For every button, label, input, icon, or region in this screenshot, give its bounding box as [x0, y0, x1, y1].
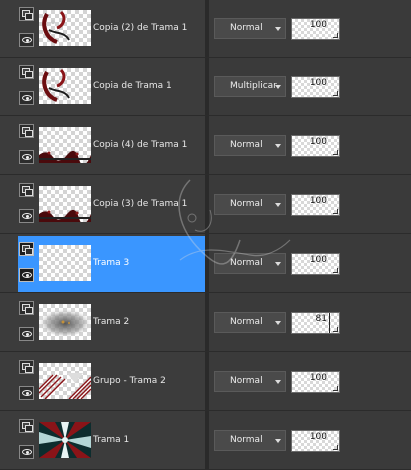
layer-name[interactable]: Copia de Trama 1	[93, 81, 205, 91]
blend-mode-value: Normal	[230, 317, 263, 327]
blend-mode-dropdown[interactable]: Multiplicar	[214, 76, 286, 97]
blend-mode-dropdown[interactable]: Normal	[214, 253, 286, 274]
layer-thumbnail-red-swirl-fragment[interactable]	[39, 10, 91, 46]
resize-grip-icon	[333, 268, 338, 273]
opacity-field[interactable]: 100	[291, 194, 340, 216]
resize-grip-icon	[333, 445, 338, 450]
layer-group-icon[interactable]	[19, 183, 34, 197]
layer-row-8[interactable]: Trama 1 Normal 100	[0, 412, 411, 470]
visibility-eye-icon[interactable]	[19, 386, 34, 400]
opacity-field[interactable]: 100	[291, 135, 340, 157]
layer-row-7[interactable]: Grupo - Trama 2 Normal 100	[0, 353, 411, 411]
layer-name[interactable]: Trama 3	[93, 258, 205, 268]
chevron-down-icon	[275, 380, 281, 384]
blend-mode-dropdown[interactable]: Normal	[214, 18, 286, 39]
layer-group-icon[interactable]	[19, 419, 34, 433]
blend-mode-value: Normal	[230, 258, 263, 268]
resize-grip-icon	[333, 209, 338, 214]
chevron-down-icon	[275, 439, 281, 443]
row-separator	[0, 351, 411, 352]
visibility-eye-icon[interactable]	[19, 91, 34, 105]
row-separator	[0, 292, 411, 293]
layer-group-icon[interactable]	[19, 360, 34, 374]
visibility-eye-icon[interactable]	[19, 209, 34, 223]
layer-row-2[interactable]: Copia de Trama 1 Multiplicar 100	[0, 58, 411, 116]
blend-mode-dropdown[interactable]: Normal	[214, 194, 286, 215]
blend-mode-value: Normal	[230, 376, 263, 386]
row-separator	[0, 174, 411, 175]
blend-mode-dropdown[interactable]: Normal	[214, 371, 286, 392]
visibility-eye-icon[interactable]	[19, 327, 34, 341]
layer-row-3[interactable]: Copia (4) de Trama 1 Normal 100	[0, 117, 411, 175]
chevron-down-icon	[275, 144, 281, 148]
opacity-value: 100	[309, 196, 327, 206]
blend-mode-dropdown[interactable]: Normal	[214, 312, 286, 333]
opacity-value: 100	[309, 137, 327, 147]
resize-grip-icon	[333, 327, 338, 332]
opacity-value: 100	[309, 20, 327, 30]
layer-row-5[interactable]: Trama 3 Normal 100	[0, 235, 411, 293]
layer-group-icon[interactable]	[19, 124, 34, 138]
opacity-field[interactable]: 100	[291, 18, 340, 40]
resize-grip-icon	[333, 91, 338, 96]
layer-thumbnail-teal-red-starburst[interactable]	[39, 422, 91, 458]
layer-name[interactable]: Trama 1	[93, 435, 205, 445]
opacity-field[interactable]: 81	[291, 312, 340, 334]
layer-row-6[interactable]: Trama 2 Normal 81	[0, 294, 411, 352]
layer-group-icon[interactable]	[19, 7, 34, 21]
opacity-value: 81	[315, 314, 327, 324]
blend-mode-value: Normal	[230, 435, 263, 445]
layer-name[interactable]: Trama 2	[93, 317, 205, 327]
chevron-down-icon	[275, 321, 281, 325]
layer-thumbnail-grey-blur[interactable]	[39, 304, 91, 340]
layer-row-4[interactable]: Copia (3) de Trama 1 Normal 100	[0, 176, 411, 234]
opacity-field[interactable]: 100	[291, 76, 340, 98]
resize-grip-icon	[333, 33, 338, 38]
layer-thumbnail-dark-red-bottom-strip[interactable]	[39, 127, 91, 163]
layer-name[interactable]: Copia (3) de Trama 1	[93, 199, 205, 209]
blend-mode-value: Normal	[230, 199, 263, 209]
resize-grip-icon	[333, 150, 338, 155]
layer-name[interactable]: Copia (4) de Trama 1	[93, 140, 205, 150]
blend-mode-value: Multiplicar	[230, 81, 277, 91]
layer-name[interactable]: Grupo - Trama 2	[93, 376, 205, 386]
opacity-field[interactable]: 100	[291, 430, 340, 452]
opacity-value: 100	[309, 432, 327, 442]
layer-group-icon[interactable]	[19, 242, 34, 256]
layer-thumbnail-dark-red-bottom-strip[interactable]	[39, 186, 91, 222]
blend-mode-dropdown[interactable]: Normal	[214, 430, 286, 451]
chevron-down-icon	[275, 27, 281, 31]
opacity-value: 100	[309, 78, 327, 88]
visibility-eye-icon[interactable]	[19, 268, 34, 282]
layer-row-1[interactable]: Copia (2) de Trama 1 Normal 100	[0, 0, 411, 58]
blend-mode-dropdown[interactable]: Normal	[214, 135, 286, 156]
layers-panel: Copia (2) de Trama 1 Normal 100 Copia de…	[0, 0, 411, 470]
opacity-value: 100	[309, 373, 327, 383]
opacity-slider-marker	[329, 313, 330, 333]
chevron-down-icon	[275, 85, 281, 89]
visibility-eye-icon[interactable]	[19, 33, 34, 47]
visibility-eye-icon[interactable]	[19, 445, 34, 459]
opacity-field[interactable]: 100	[291, 253, 340, 275]
opacity-value: 100	[309, 255, 327, 265]
chevron-down-icon	[275, 203, 281, 207]
blend-mode-value: Normal	[230, 23, 263, 33]
layer-thumbnail-red-swirl-fragment[interactable]	[39, 68, 91, 104]
visibility-eye-icon[interactable]	[19, 150, 34, 164]
row-separator	[0, 233, 411, 234]
resize-grip-icon	[333, 386, 338, 391]
layer-thumbnail-red-diagonal-stripes[interactable]	[39, 363, 91, 399]
row-separator	[0, 410, 411, 411]
row-separator	[0, 115, 411, 116]
layer-group-icon[interactable]	[19, 301, 34, 315]
blend-mode-value: Normal	[230, 140, 263, 150]
opacity-field[interactable]: 100	[291, 371, 340, 393]
layer-name[interactable]: Copia (2) de Trama 1	[93, 23, 205, 33]
layer-thumbnail-empty-transparent[interactable]	[39, 245, 91, 281]
chevron-down-icon	[275, 262, 281, 266]
layer-group-icon[interactable]	[19, 65, 34, 79]
